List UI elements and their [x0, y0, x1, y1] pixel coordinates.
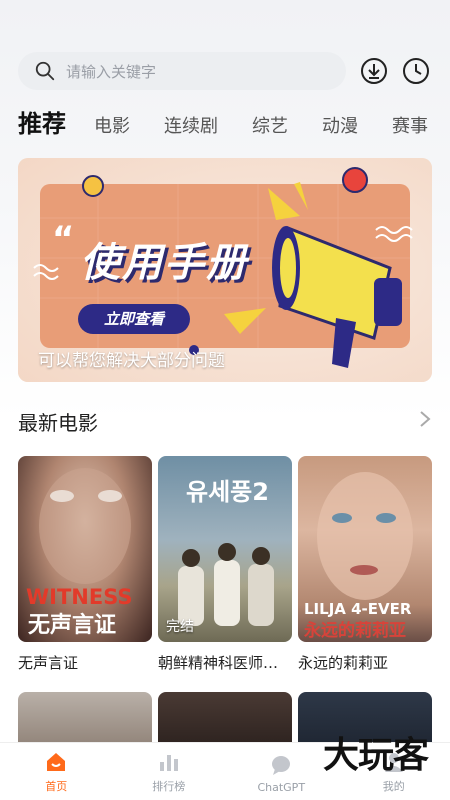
clock-icon	[403, 58, 429, 84]
search-input[interactable]: 请输入关键字	[18, 52, 346, 90]
movie-title: 永远的莉莉亚	[298, 654, 389, 672]
svg-text:“: “	[52, 219, 74, 259]
nav-home[interactable]: 首页	[0, 743, 113, 800]
tab-variety[interactable]: 综艺	[252, 114, 288, 140]
tab-series[interactable]: 连续剧	[164, 114, 218, 140]
movie-list: WITNESS 无声言证 无声言证 유세풍2 完结 朝鲜精神科医师… LILJA…	[18, 456, 450, 673]
nav-label: 首页	[45, 780, 68, 793]
promo-banner[interactable]: “ 使用手册 立即查看 可以帮您解决大部分问题	[18, 158, 432, 382]
movie-card[interactable]: LILJA 4-EVER 永远的莉莉亚 永远的莉莉亚	[298, 456, 432, 673]
top-bar: 请输入关键字	[18, 52, 434, 90]
chevron-right-icon	[420, 411, 431, 427]
poster-art: WITNESS 无声言证	[26, 468, 133, 638]
poster-art: LILJA 4-EVER 永远的莉莉亚	[303, 472, 413, 641]
movie-poster: 유세풍2 完结	[158, 456, 292, 642]
movie-card[interactable]: WITNESS 无声言证 无声言证	[18, 456, 152, 673]
search-placeholder: 请输入关键字	[66, 62, 157, 81]
nav-label: 排行榜	[152, 780, 186, 793]
section-title: 最新电影	[18, 410, 98, 435]
tab-movies[interactable]: 电影	[94, 114, 130, 140]
latest-movies-header: 最新电影	[18, 406, 432, 436]
movie-title: 朝鲜精神科医师…	[158, 654, 279, 672]
download-icon	[361, 58, 387, 84]
movie-poster: LILJA 4-EVER 永远的莉莉亚	[298, 456, 432, 642]
chart-icon	[159, 755, 178, 771]
movie-title: 无声言证	[18, 654, 79, 672]
poster-subtitle: 永远的莉莉亚	[303, 620, 406, 641]
poster-title: LILJA 4-EVER	[304, 600, 412, 618]
nav-chatgpt[interactable]: ChatGPT	[225, 743, 338, 800]
chat-icon	[272, 756, 291, 775]
banner-caption: 可以帮您解决大部分问题	[38, 351, 225, 371]
home-icon	[47, 753, 66, 771]
status-badge: 完结	[166, 619, 194, 635]
category-tabs: 推荐 电影 连续剧 综艺 动漫 赛事	[18, 108, 450, 140]
history-button[interactable]	[402, 57, 430, 85]
poster-title: 유세풍2	[186, 478, 269, 506]
poster-art: 유세풍2	[178, 478, 274, 626]
movie-poster: WITNESS 无声言证	[18, 456, 152, 642]
search-icon	[35, 61, 55, 81]
nav-label: ChatGPT	[257, 781, 306, 794]
tab-sports[interactable]: 赛事	[392, 114, 428, 140]
nav-ranking[interactable]: 排行榜	[113, 743, 226, 800]
watermark-logo: 大玩客	[322, 734, 429, 776]
poster-subtitle: 无声言证	[28, 612, 116, 638]
banner-view-button[interactable]: 立即查看	[78, 304, 190, 334]
tab-recommend[interactable]: 推荐	[18, 108, 66, 140]
poster-title: WITNESS	[26, 585, 133, 609]
download-button[interactable]	[360, 57, 388, 85]
movie-card[interactable]: 유세풍2 完结 朝鲜精神科医师…	[158, 456, 292, 673]
tab-anime[interactable]: 动漫	[322, 114, 358, 140]
more-button[interactable]	[418, 409, 432, 433]
nav-label: 我的	[382, 780, 405, 793]
banner-title: 使用手册	[80, 240, 248, 286]
